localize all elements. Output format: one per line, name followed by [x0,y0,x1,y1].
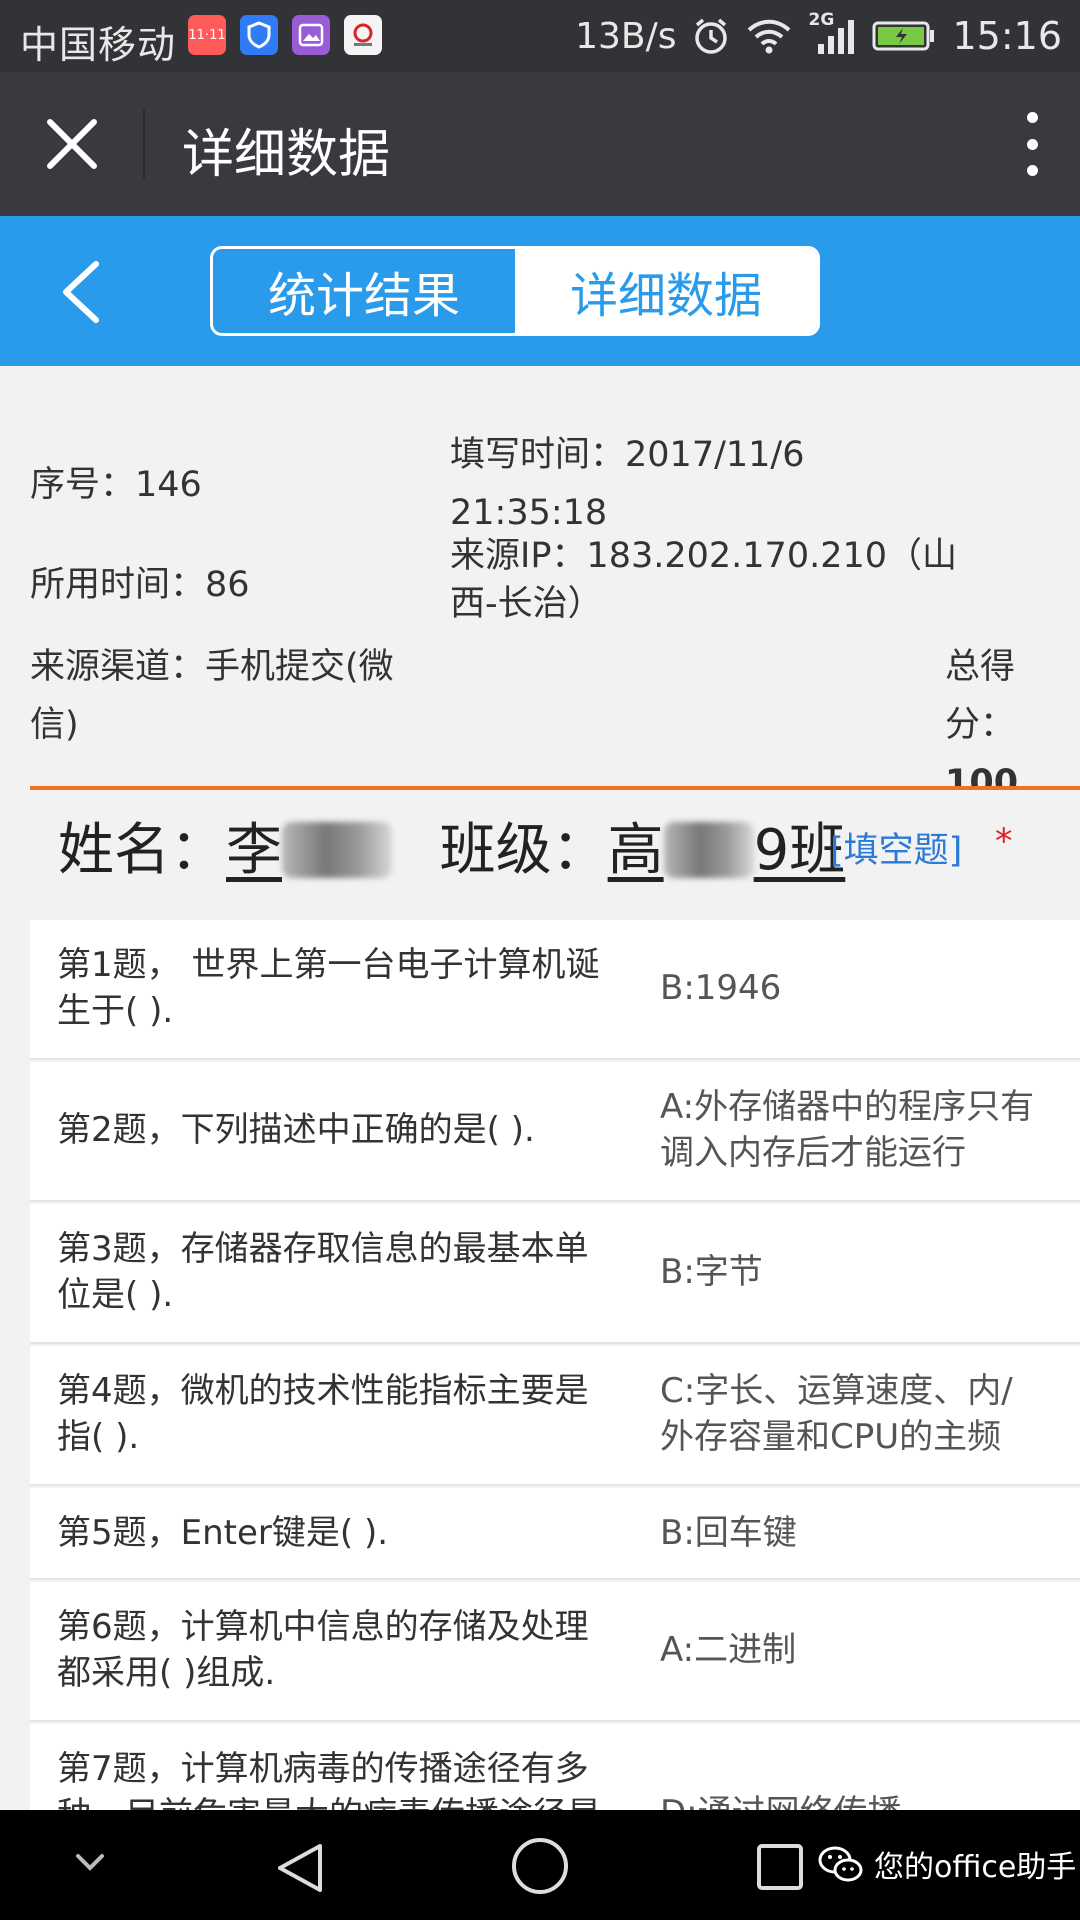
used-time-value: 86 [205,565,250,605]
student-class: 高 9班 [607,818,846,883]
name-class-title: 姓名：李 班级：高 9班 [58,818,846,883]
channel-field: 来源渠道：手机提交(微 信) [30,647,394,745]
close-icon[interactable] [44,116,100,172]
clock: 15:16 [952,14,1062,58]
page-header: 统计结果 详细数据 [0,216,1080,366]
back-arrow-icon[interactable] [56,260,106,324]
answer-row: 第4题，微机的技术性能指标主要是 指( ). C:字长、运算速度、内/外存容量和CP… [30,1346,1080,1486]
more-menu-icon[interactable] [1014,112,1050,176]
answer-row: 第5题，Enter键是( ). B:回车键 [30,1488,1080,1580]
system-nav-bar: 您的office助手 [0,1810,1080,1920]
seq-value: 146 [135,465,202,505]
back-triangle-icon[interactable] [272,1840,328,1896]
question-type-tag: [填空题] [830,831,963,871]
signal-icon: 2G [808,10,856,56]
answer-text: C:字长、运算速度、内/外存容量和CPU的主频 [660,1371,1013,1457]
home-circle-icon[interactable] [510,1836,570,1896]
gallery-icon [292,15,330,55]
submission-info: 序号：146 填写时间：2017/11/6 21:35:18 所用时间：86 来… [0,366,1080,803]
answer-row: 第3题，存储器存取信息的最基本单 位是( ). B:字节 [30,1204,1080,1344]
seq-field: 序号：146 [30,465,202,505]
network-speed: 13B/s [575,15,677,57]
battery-icon [872,21,935,51]
question-text: 第4题，微机的技术性能指标主要是 指( ). [57,1371,589,1457]
watermark: 您的office助手 [818,1842,1076,1886]
used-time-field: 所用时间：86 [30,565,250,605]
recents-square-icon[interactable] [755,1842,805,1892]
question-text: 第3题，存储器存取信息的最基本单 位是( ). [57,1229,589,1315]
carrier-label: 中国移动 [20,23,177,67]
webview-title-bar: 详细数据 [0,72,1080,216]
required-mark: * [995,822,1013,862]
tab-detail-data[interactable]: 详细数据 [515,249,817,333]
page-title: 详细数据 [182,125,391,185]
collapse-chevron-icon[interactable] [72,1850,108,1874]
question-title-row: 姓名：李 班级：高 9班 [填空题] * [30,790,1080,920]
answer-row: 第2题，下列描述中正确的是( ). A:外存储器中的程序只有 调入内存后才能运行 [30,1062,1080,1202]
answer-text: A:外存储器中的程序只有 调入内存后才能运行 [660,1087,1035,1173]
fill-time-field: 填写时间：2017/11/6 [450,435,805,475]
question-text: 第5题，Enter键是( ). [57,1513,389,1553]
shield-icon [240,15,278,55]
tab-statistics[interactable]: 统计结果 [213,249,515,333]
redacted-class [663,821,754,878]
notification-icons: 11·11 [188,15,382,55]
taobao-icon: 11·11 [188,15,226,55]
source-ip-field: 来源IP：183.202.170.210（山 西-长治） [450,536,958,624]
wechat-icon [818,1846,863,1882]
status-bar: 中国移动 11·11 13B/s 2G 15:16 [0,0,1080,72]
question-text: 第2题，下列描述中正确的是( ). [57,1110,535,1150]
student-name: 李 [226,818,392,883]
title-divider [143,108,145,180]
bank-icon [344,15,382,55]
fill-time-date: 2017/11/6 [625,435,805,475]
answer-row: 第1题， 世界上第一台电子计算机诞 生于( ). B:1946 [30,920,1080,1060]
answer-text: B:1946 [660,968,782,1008]
answer-text: A:二进制 [660,1630,797,1670]
alarm-icon [695,18,728,54]
redacted-name [282,821,392,878]
answer-text: B:字节 [660,1252,763,1292]
question-text: 第6题，计算机中信息的存储及处理 都采用( )组成. [57,1607,589,1693]
answer-row: 第6题，计算机中信息的存储及处理 都采用( )组成. A:二进制 [30,1582,1080,1722]
question-text: 第1题， 世界上第一台电子计算机诞 生于( ). [57,945,600,1031]
wifi-icon [748,19,791,54]
segmented-tabs: 统计结果 详细数据 [210,246,820,336]
answer-text: B:回车键 [660,1513,797,1553]
